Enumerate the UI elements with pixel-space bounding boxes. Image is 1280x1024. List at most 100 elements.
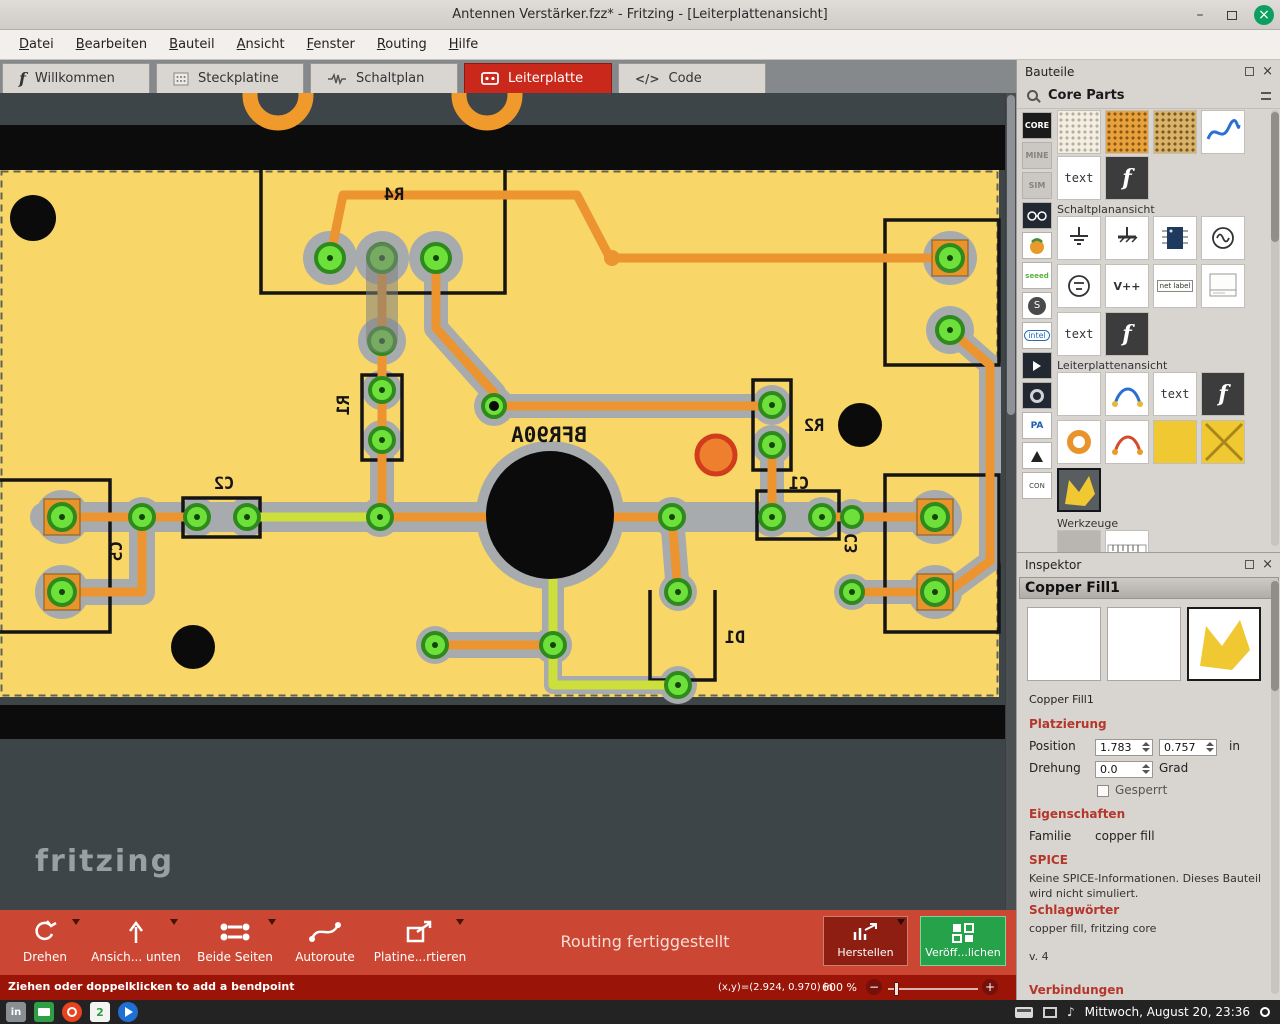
position-x-spinbox[interactable]: 1.783 xyxy=(1095,739,1153,756)
schematic-preview[interactable] xyxy=(1107,607,1181,681)
menu-datei[interactable]: Datei xyxy=(8,32,65,57)
menu-ansicht[interactable]: Ansicht xyxy=(226,32,296,57)
trace-bendpoint[interactable] xyxy=(604,250,620,266)
part-net-label[interactable]: net label xyxy=(1153,264,1197,308)
tab-code[interactable]: </> Code xyxy=(618,63,766,93)
bin-tab-adafruit[interactable] xyxy=(1022,202,1052,229)
part-copper-fill-selected[interactable] xyxy=(1057,468,1101,512)
bin-tab-snootlab[interactable]: S xyxy=(1022,292,1052,319)
menu-hilfe[interactable]: Hilfe xyxy=(438,32,490,57)
bin-tab-seeed[interactable]: seeed xyxy=(1022,262,1052,289)
transistor-body[interactable] xyxy=(486,451,614,579)
bin-menu-icon[interactable] xyxy=(1261,92,1271,100)
parts-scrollbar[interactable] xyxy=(1271,110,1279,546)
dropdown-caret-icon[interactable] xyxy=(268,919,276,925)
network-tray-icon[interactable] xyxy=(1043,1007,1057,1018)
audio-tray-icon[interactable]: ♪ xyxy=(1067,1005,1075,1019)
bin-tab-picaxe[interactable]: PA xyxy=(1022,412,1052,439)
tab-steckplatine[interactable]: Steckplatine xyxy=(156,63,304,93)
part-logo-image[interactable]: f xyxy=(1105,156,1149,200)
parts-panel-header[interactable]: Bauteile × xyxy=(1017,60,1280,83)
zoom-slider[interactable] xyxy=(888,988,978,990)
publish-button[interactable]: Veröff...lichen xyxy=(920,916,1006,966)
part-ic[interactable] xyxy=(1153,216,1197,260)
part-logo-schematic[interactable]: f xyxy=(1105,312,1149,356)
tab-schaltplan[interactable]: Schaltplan xyxy=(310,63,458,93)
via[interactable] xyxy=(697,436,735,474)
bin-tab-sim[interactable]: SIM xyxy=(1022,172,1052,199)
part-dc-source[interactable] xyxy=(1057,264,1101,308)
tab-willkommen[interactable]: f Willkommen xyxy=(2,63,150,93)
part-pcb-jumper[interactable] xyxy=(1105,420,1149,464)
minimize-button[interactable]: – xyxy=(1190,5,1210,25)
spin-arrows-icon[interactable] xyxy=(1206,742,1214,752)
locked-checkbox[interactable] xyxy=(1097,785,1109,797)
close-icon[interactable]: × xyxy=(1262,558,1273,571)
bin-tab-play[interactable] xyxy=(1022,352,1052,379)
session-tray-icon[interactable] xyxy=(1260,1007,1270,1017)
taskbar-files-icon[interactable] xyxy=(34,1002,54,1022)
part-schematic-frame[interactable] xyxy=(1201,264,1245,308)
part-ac-source[interactable] xyxy=(1201,216,1245,260)
part-logo-pcb[interactable]: f xyxy=(1201,372,1245,416)
position-y-spinbox[interactable]: 0.757 xyxy=(1159,739,1217,756)
taskbar-media-icon[interactable] xyxy=(118,1002,138,1022)
bin-tab-pictogram[interactable] xyxy=(1022,442,1052,469)
dropdown-caret-icon[interactable] xyxy=(72,919,80,925)
pcb-drawing[interactable]: R4 BFR90A R1 R2 C2 C1 C5 C3 D1 fritzing xyxy=(0,93,1005,910)
part-jumper-wire[interactable] xyxy=(1105,372,1149,416)
part-earth-ground[interactable] xyxy=(1105,216,1149,260)
part-text-schematic[interactable]: text xyxy=(1057,312,1101,356)
scrollbar-thumb[interactable] xyxy=(1007,95,1015,415)
bin-tab-intel[interactable]: intel xyxy=(1022,322,1052,349)
tab-leiterplatte[interactable]: Leiterplatte xyxy=(464,63,612,93)
part-ground-symbol[interactable] xyxy=(1057,216,1101,260)
spin-arrows-icon[interactable] xyxy=(1142,764,1150,774)
menu-routing[interactable]: Routing xyxy=(366,32,438,57)
autoroute-button[interactable]: Autoroute xyxy=(288,919,362,971)
part-text-pcb[interactable]: text xyxy=(1153,372,1197,416)
breadboard-preview[interactable] xyxy=(1027,607,1101,681)
part-tool[interactable] xyxy=(1057,530,1101,553)
bin-tab-core[interactable]: CORE xyxy=(1022,112,1052,139)
rotation-spinbox[interactable]: 0.0 xyxy=(1095,761,1153,778)
search-icon[interactable] xyxy=(1027,90,1038,101)
close-icon[interactable]: × xyxy=(1262,65,1273,78)
part-power-label[interactable]: V++ xyxy=(1105,264,1149,308)
part-stripboard-vertical[interactable] xyxy=(1105,110,1149,154)
close-button[interactable]: × xyxy=(1254,5,1274,25)
part-via[interactable] xyxy=(1057,420,1101,464)
part-wire[interactable] xyxy=(1201,110,1245,154)
bin-tab-round-logo[interactable] xyxy=(1022,382,1052,409)
zoom-slider-handle[interactable] xyxy=(894,982,899,996)
keyboard-tray-icon[interactable] xyxy=(1015,1007,1033,1018)
undock-icon[interactable] xyxy=(1245,67,1254,76)
dropdown-caret-icon[interactable] xyxy=(456,919,464,925)
part-text-breadboard[interactable]: text xyxy=(1057,156,1101,200)
zoom-in-button[interactable]: + xyxy=(982,979,998,995)
titlebar[interactable]: Antennen Verstärker.fzz* - Fritzing - [L… xyxy=(0,0,1280,30)
both-sides-button[interactable]: Beide Seiten xyxy=(194,919,276,971)
menu-bearbeiten[interactable]: Bearbeiten xyxy=(65,32,158,57)
dropdown-caret-icon[interactable] xyxy=(897,919,905,925)
part-blank-board[interactable] xyxy=(1057,372,1101,416)
bin-tab-contrib[interactable]: CON xyxy=(1022,472,1052,499)
taskbar-app-in-icon[interactable]: in xyxy=(6,1002,26,1022)
maximize-button[interactable] xyxy=(1222,5,1242,25)
view-from-below-button[interactable]: Ansich... unten xyxy=(90,919,182,971)
part-perfboard[interactable] xyxy=(1057,110,1101,154)
inspector-header[interactable]: Inspektor × xyxy=(1017,553,1280,576)
zoom-out-button[interactable]: − xyxy=(866,979,882,995)
spin-arrows-icon[interactable] xyxy=(1142,742,1150,752)
menu-bauteil[interactable]: Bauteil xyxy=(158,32,225,57)
clock[interactable]: Mittwoch, August 20, 23:36 xyxy=(1085,1005,1250,1019)
taskbar-app2-icon[interactable]: 2 xyxy=(90,1002,110,1022)
scrollbar-thumb[interactable] xyxy=(1271,112,1279,242)
zoom-level[interactable]: 600 % xyxy=(822,981,857,994)
part-copper-fill-blocker[interactable] xyxy=(1201,420,1245,464)
rotate-button[interactable]: Drehen xyxy=(10,919,80,971)
scrollbar-thumb[interactable] xyxy=(1271,581,1279,691)
part-stripboard[interactable] xyxy=(1153,110,1197,154)
canvas-vertical-scrollbar[interactable] xyxy=(1005,93,1016,910)
export-board-button[interactable]: Platine...rtieren xyxy=(372,919,468,971)
